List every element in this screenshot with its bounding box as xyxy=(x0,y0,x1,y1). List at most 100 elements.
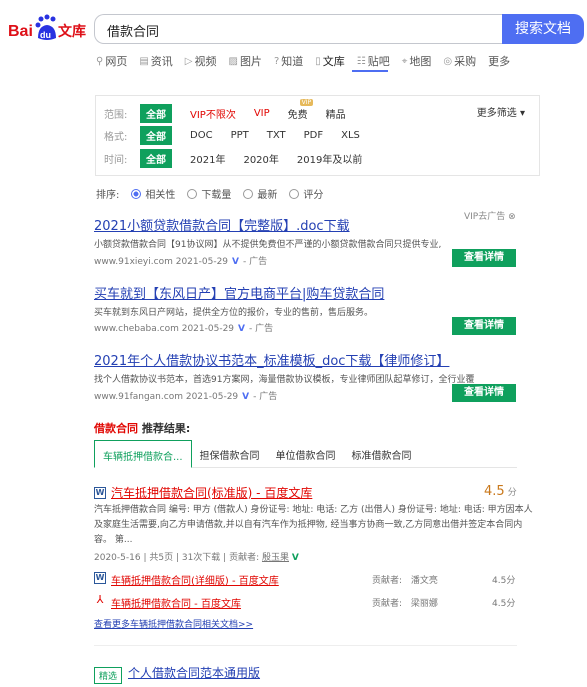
filter-option[interactable]: PDF xyxy=(304,130,323,141)
tab-label: 采购 xyxy=(454,55,477,68)
view-details-button[interactable]: 查看详情 xyxy=(452,249,516,267)
recommend-tab[interactable]: 担保借款合同 xyxy=(192,440,268,467)
news-icon: ▤ xyxy=(139,55,149,67)
ad-url: www.91xieyi.com xyxy=(94,257,173,267)
radio-downloads[interactable] xyxy=(187,188,198,199)
tab-6[interactable]: ☷ 贴吧 xyxy=(357,52,390,70)
ad-title[interactable]: 2021小额贷款借款合同【完整版】.doc下载 xyxy=(94,215,350,234)
tab-5[interactable]: ▯ 文库 xyxy=(315,52,345,70)
pdf-icon: ⅄ xyxy=(96,593,104,606)
tab-8[interactable]: ◎ 采购 xyxy=(443,52,476,70)
filter-option[interactable]: VIP不限次 xyxy=(190,106,236,121)
sub-result-rating: 4.5分 xyxy=(492,599,516,609)
filter-option[interactable]: 全部 xyxy=(140,125,172,145)
recommend-tab[interactable]: 车辆抵押借款合... xyxy=(94,440,192,468)
snippet-line: 容。 第... xyxy=(94,535,133,545)
search-button[interactable]: 搜索文档 xyxy=(502,14,584,44)
vip-remove-ads[interactable]: VIP去广告 ⊗ xyxy=(464,209,516,222)
verified-icon: V xyxy=(242,392,250,402)
radio-rating[interactable] xyxy=(289,188,300,199)
ad-title[interactable]: 2021年个人借款协议书范本_标准模板_doc下载【律师修订】 xyxy=(94,350,449,369)
ad-meta: www.91xieyi.com 2021-05-29 V - 广告 xyxy=(94,254,267,267)
tab-7[interactable]: ⌖ 地图 xyxy=(402,52,432,70)
ad-date: 2021-05-29 xyxy=(181,324,235,334)
tab-0[interactable]: ⚲ 网页 xyxy=(96,52,127,70)
ad-title[interactable]: 买车就到【东风日产】官方电商平台|购车贷款合同 xyxy=(94,283,384,302)
svg-text:文库: 文库 xyxy=(58,23,86,40)
result-pages: 共5页 xyxy=(149,553,174,563)
recommend-tab[interactable]: 标准借款合同 xyxy=(344,440,420,467)
tab-3[interactable]: ▨ 图片 xyxy=(228,52,261,70)
filter-option[interactable]: PPT xyxy=(231,130,249,141)
sub-result-title[interactable]: 车辆抵押借款合同(详细版) - 百度文库 xyxy=(111,572,279,587)
filter-option[interactable]: 免费 VIP xyxy=(288,98,314,121)
filter-option[interactable]: 全部 xyxy=(140,103,172,123)
sort-option[interactable]: 最新 xyxy=(257,186,277,201)
filter-option[interactable]: XLS xyxy=(341,130,360,141)
contributor-label: 贡献者: xyxy=(229,553,260,563)
radio-relevance[interactable] xyxy=(131,188,142,199)
ad-desc: 小额贷款借款合同【91协议网】从不提供免费但不严谨的小额贷款借款合同只提供专业, xyxy=(94,240,442,250)
verified-icon: V xyxy=(238,324,246,334)
filter-option[interactable]: TXT xyxy=(267,130,286,141)
filter-row-format: 格式: 全部 DOC PPT TXT PDF XLS xyxy=(104,125,378,145)
result-title[interactable]: 汽车抵押借款合同(标准版) - 百度文库 xyxy=(111,484,312,501)
view-details-button[interactable]: 查看详情 xyxy=(452,317,516,335)
filter-option[interactable]: 2019年及以前 xyxy=(297,151,362,166)
video-icon: ▷ xyxy=(184,55,193,67)
result-title[interactable]: 个人借款合同范本通用版 xyxy=(128,664,260,681)
doc-icon: ▯ xyxy=(315,55,321,67)
sort-option[interactable]: 相关性 xyxy=(145,186,175,201)
caret-down-icon: ▾ xyxy=(519,108,525,119)
filter-option[interactable]: VIP xyxy=(254,108,270,119)
result-snippet: 汽车抵押借款合同 编号: 甲方 (借款人) 身份证号: 地址: 电话: 乙方 (… xyxy=(94,503,533,548)
contributor-name[interactable]: 梁丽娜 xyxy=(411,599,438,609)
filter-panel: 范围: 全部 VIP不限次 VIP 免费 VIP 精品 格式: 全部 DOC PP… xyxy=(95,95,540,176)
tab-2[interactable]: ▷ 视频 xyxy=(185,52,217,70)
search-input[interactable]: 借款合同 xyxy=(94,14,502,44)
snippet-line: 及家庭生活需要,向乙方申请借款,并以自有汽车作为抵押物, 经当事方协商一致,乙方… xyxy=(94,520,523,530)
ad-url: www.91fangan.com xyxy=(94,392,183,402)
tab-4[interactable]: ? 知道 xyxy=(274,52,303,70)
recommend-keyword: 借款合同 xyxy=(94,422,138,435)
tab-label: 贴吧 xyxy=(367,55,390,68)
tab-1[interactable]: ▤ 资讯 xyxy=(139,52,172,70)
more-docs-link[interactable]: 查看更多车辆抵押借款合同相关文档>> xyxy=(94,617,253,630)
view-details-button[interactable]: 查看详情 xyxy=(452,384,516,402)
radio-latest[interactable] xyxy=(243,188,254,199)
contributor-name[interactable]: 潘文亮 xyxy=(411,576,438,586)
ad-meta: www.chebaba.com 2021-05-29 V - 广告 xyxy=(94,321,273,334)
sort-option[interactable]: 下载量 xyxy=(201,186,231,201)
tab-label: 图片 xyxy=(239,55,262,68)
close-icon: ⊗ xyxy=(508,212,516,222)
more-filters-toggle[interactable]: 更多筛选 ▾ xyxy=(477,104,525,119)
featured-tag: 精选 xyxy=(94,667,123,684)
ad-desc: 找个人借款协议书范本，首选91方案网，海量借款协议模板，专业律师团队起草修订，全… xyxy=(94,375,475,385)
recommend-tab[interactable]: 单位借款合同 xyxy=(268,440,344,467)
word-doc-icon: W xyxy=(94,487,106,499)
result-rating: 4.5 分 xyxy=(484,484,517,499)
contributor-link[interactable]: 殷玉果 xyxy=(262,553,289,563)
filter-option[interactable]: 2021年 xyxy=(190,151,225,166)
verified-icon: V xyxy=(232,257,239,267)
ad-label: - 广告 xyxy=(243,257,268,267)
result-date: 2020-5-16 xyxy=(94,553,141,563)
filter-option[interactable]: 全部 xyxy=(140,148,172,168)
tab-label: 地图 xyxy=(409,55,432,68)
ad-label: - 广告 xyxy=(249,324,274,334)
shop-icon: ◎ xyxy=(443,55,453,67)
sort-option[interactable]: 评分 xyxy=(303,186,323,201)
question-icon: ? xyxy=(273,55,280,67)
sub-result-title[interactable]: 车辆抵押借款合同 - 百度文库 xyxy=(111,595,241,610)
ad-meta: www.91fangan.com 2021-05-29 V - 广告 xyxy=(94,389,277,402)
baidu-wenku-logo[interactable]: Bai du 文库 xyxy=(8,14,86,44)
contributor-label: 贡献者: xyxy=(372,599,403,609)
svg-text:du: du xyxy=(40,30,51,40)
active-tab-indicator xyxy=(352,70,388,72)
filter-option[interactable]: 2020年 xyxy=(243,151,278,166)
tab-9[interactable]: 更多 xyxy=(488,52,510,70)
svg-text:Bai: Bai xyxy=(8,23,33,40)
filter-option[interactable]: DOC xyxy=(190,130,213,141)
divider xyxy=(94,645,517,646)
filter-option[interactable]: 精品 xyxy=(326,106,346,121)
